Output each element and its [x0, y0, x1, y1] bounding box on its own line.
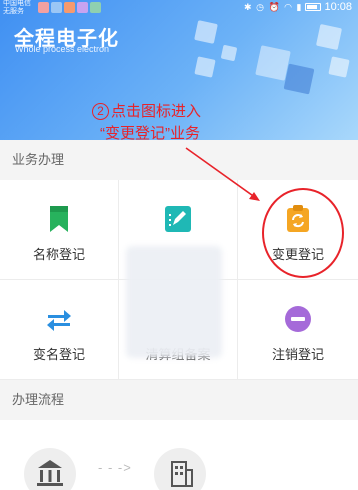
edit-note-icon	[165, 206, 191, 232]
office-building-icon	[154, 448, 206, 490]
app-notification-icon	[51, 2, 62, 13]
tile-deregistration[interactable]: 注销登记	[238, 280, 358, 380]
tile-label: 名称登记	[32, 247, 85, 262]
app-notification-icon	[77, 2, 88, 13]
decor-cube-icon	[315, 23, 343, 51]
tile-name-registration[interactable]: 名称登记	[0, 180, 119, 280]
decor-cube-icon	[283, 63, 315, 95]
tile-rename-registration[interactable]: 变名登记	[0, 280, 119, 380]
decor-cube-icon	[194, 56, 216, 78]
minus-circle-icon	[285, 306, 311, 332]
battery-icon	[305, 3, 322, 11]
annotation-line1: 2 点击图标进入	[92, 100, 201, 121]
app-notification-icon	[64, 2, 75, 13]
notification-icons	[38, 2, 101, 13]
section-header-process: 办理流程	[0, 380, 358, 420]
status-bar: 中国电信 无服务 ✱ ◷ ⏰ ◠ ▮ 10:08	[0, 0, 358, 18]
decor-cube-icon	[220, 44, 238, 62]
section-header-business: 业务办理	[0, 140, 358, 180]
annotation-text1: 点击图标进入	[111, 103, 202, 120]
process-flow: - - ->	[0, 420, 358, 490]
carrier-info: 中国电信 无服务	[3, 0, 31, 16]
bank-building-icon	[24, 448, 76, 490]
blurred-region	[126, 246, 222, 358]
carrier-service: 无服务	[3, 8, 24, 15]
highlight-circle	[262, 188, 344, 278]
system-icons: ✱ ◷ ⏰ ◠ ▮	[244, 1, 303, 12]
tile-label: 变名登记	[32, 347, 85, 362]
tile-label: 注销登记	[271, 347, 324, 362]
clock: 10:08	[324, 1, 352, 13]
app-notification-icon	[38, 2, 49, 13]
step-number-badge: 2	[92, 103, 109, 120]
carrier-name: 中国电信	[3, 0, 31, 7]
bookmark-icon	[50, 206, 68, 232]
decor-cube-icon	[328, 56, 350, 78]
decor-cube-icon	[194, 20, 218, 44]
system-status: ✱ ◷ ⏰ ◠ ▮ 10:08	[244, 1, 352, 13]
swap-arrows-icon	[47, 310, 71, 331]
app-subtitle: Whole process electron	[15, 44, 110, 54]
flow-arrow-icon: - - ->	[98, 460, 132, 475]
app-notification-icon	[90, 2, 101, 13]
